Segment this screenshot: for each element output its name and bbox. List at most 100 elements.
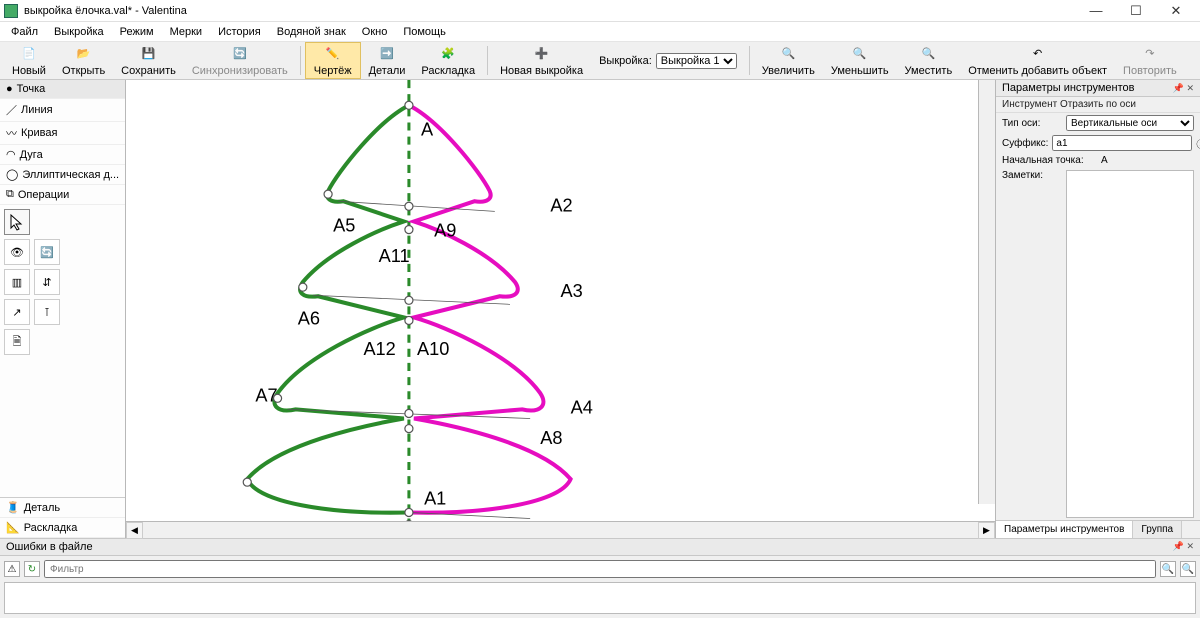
drawing-icon: ✏️ <box>324 45 342 63</box>
zoom-out-icon: 🔍 <box>851 45 869 63</box>
open-icon: 📂 <box>75 45 93 63</box>
cat-line[interactable]: ／Линия <box>0 99 125 122</box>
tool-mirror-h[interactable]: ▥ <box>4 269 30 295</box>
redo-label: Повторить <box>1123 65 1177 77</box>
zoom-out-button[interactable]: 🔍 Уменьшить <box>823 42 897 79</box>
tool-grid: 👁 🔄 ▥ ⇵ ↗ ⊺ 🗎 <box>0 205 125 359</box>
line-icon: ／ <box>6 102 17 118</box>
rp-tabs: Параметры инструментов Группа <box>996 520 1200 538</box>
scroll-left-button[interactable]: ◀ <box>126 522 143 539</box>
curve-icon: 〰 <box>6 125 17 141</box>
pin-icon[interactable]: 📌 ✕ <box>1173 83 1194 94</box>
tool-pointer[interactable] <box>4 209 30 235</box>
pattern-selector: Выкройка: Выкройка 1 <box>591 42 745 79</box>
suffix-label: Суффикс: <box>1002 138 1048 149</box>
tool-rotate[interactable]: 🔄 <box>34 239 60 265</box>
titlebar: выкройка ёлочка.val* - Valentina — ☐ ✕ <box>0 0 1200 22</box>
cat-arc[interactable]: ◠Дуга <box>0 145 125 165</box>
bd-list[interactable] <box>4 582 1196 614</box>
new-pattern-label: Новая выкройка <box>500 65 583 77</box>
axis-label: Тип оси: <box>1002 118 1062 129</box>
canvas[interactable]: A A2 A3 A4 A8 A9 A10 A11 A12 A5 A6 A7 A1 <box>126 80 995 521</box>
label-A10: A10 <box>417 339 449 359</box>
details-mode-button[interactable]: ➡️ Детали <box>361 42 414 79</box>
sync-icon: 🔄 <box>231 45 249 63</box>
zoom-in-icon: 🔍 <box>779 45 797 63</box>
menu-help[interactable]: Помощь <box>396 24 453 40</box>
save-button[interactable]: 💾 Сохранить <box>113 42 184 79</box>
filter-input[interactable] <box>44 560 1156 578</box>
zoom-fit-button[interactable]: 🔍 Уместить <box>897 42 961 79</box>
new-button[interactable]: 📄 Новый <box>4 42 54 79</box>
notes-textarea[interactable] <box>1066 170 1194 518</box>
cat-layout[interactable]: 📐Раскладка <box>0 518 125 538</box>
label-A8: A8 <box>540 428 562 448</box>
maximize-button[interactable]: ☐ <box>1116 0 1156 22</box>
vertical-scrollbar[interactable] <box>978 80 995 504</box>
cat-detail[interactable]: 🧵Деталь <box>0 498 125 518</box>
bd-pin-icon[interactable]: 📌 ✕ <box>1173 541 1194 553</box>
cat-point[interactable]: ●Точка <box>0 80 125 99</box>
separator <box>300 46 301 75</box>
horizontal-scrollbar[interactable]: ◀ ▶ <box>126 521 995 538</box>
tool-truedarts[interactable]: ⊺ <box>34 299 60 325</box>
tab-params[interactable]: Параметры инструментов <box>996 521 1133 538</box>
zoom-out-label: Уменьшить <box>831 65 889 77</box>
tool-eye[interactable]: 👁 <box>4 239 30 265</box>
filter-icon-2[interactable]: ↻ <box>24 561 40 577</box>
menu-history[interactable]: История <box>211 24 268 40</box>
new-pattern-button[interactable]: ➕ Новая выкройка <box>492 42 591 79</box>
label-A2: A2 <box>550 195 572 215</box>
save-icon: 💾 <box>140 45 158 63</box>
open-button[interactable]: 📂 Открыть <box>54 42 113 79</box>
zoom-fit-label: Уместить <box>905 65 953 77</box>
cat-ellipse[interactable]: ◯Эллиптическая д... <box>0 165 125 185</box>
label-A1: A1 <box>424 488 446 508</box>
lp-bottom: 🧵Деталь 📐Раскладка <box>0 497 125 538</box>
arc-icon: ◠ <box>6 148 16 161</box>
drawing-mode-button[interactable]: ✏️ Чертёж <box>305 42 361 79</box>
menu-measurements[interactable]: Мерки <box>163 24 209 40</box>
notes-label: Заметки: <box>1002 170 1062 518</box>
tab-group[interactable]: Группа <box>1133 521 1182 538</box>
label-A: A <box>421 120 434 140</box>
window-title: выкройка ёлочка.val* - Valentina <box>24 5 1076 17</box>
filter-icon-1[interactable]: ⚠ <box>4 561 20 577</box>
pattern-label: Выкройка: <box>599 55 652 67</box>
axis-select[interactable]: Вертикальные оси <box>1066 115 1194 131</box>
sync-label: Синхронизировать <box>192 65 288 77</box>
scroll-right-button[interactable]: ▶ <box>978 522 995 539</box>
bd-title: Ошибки в файле 📌 ✕ <box>0 539 1200 556</box>
point-icon: ● <box>6 83 13 95</box>
menu-file[interactable]: Файл <box>4 24 45 40</box>
detail-icon: 🧵 <box>6 501 20 514</box>
tool-export[interactable]: 🗎 <box>4 329 30 355</box>
rp-axis-row: Тип оси: Вертикальные оси <box>996 113 1200 133</box>
suffix-input[interactable] <box>1052 135 1192 151</box>
layout-mode-button[interactable]: 🧩 Раскладка <box>413 42 483 79</box>
search-icon[interactable]: 🔍 <box>1160 561 1176 577</box>
rp-suffix-row: Суффикс: ⓧ <box>996 133 1200 153</box>
menu-pattern[interactable]: Выкройка <box>47 24 111 40</box>
undo-button[interactable]: ↶ Отменить добавить объект <box>960 42 1115 79</box>
menu-watermark[interactable]: Водяной знак <box>270 24 353 40</box>
label-A9: A9 <box>434 221 456 241</box>
app-icon <box>4 4 18 18</box>
minimize-button[interactable]: — <box>1076 0 1116 22</box>
search-options-icon[interactable]: 🔍 <box>1180 561 1196 577</box>
details-label: Детали <box>369 65 406 77</box>
cat-curve[interactable]: 〰Кривая <box>0 122 125 145</box>
menu-mode[interactable]: Режим <box>113 24 161 40</box>
menu-window[interactable]: Окно <box>355 24 395 40</box>
close-button[interactable]: ✕ <box>1156 0 1196 22</box>
undo-icon: ↶ <box>1029 45 1047 63</box>
label-A5: A5 <box>333 216 355 236</box>
zoom-fit-icon: 🔍 <box>919 45 937 63</box>
cat-ops[interactable]: ⧉Операции <box>0 185 125 205</box>
clear-icon[interactable]: ⓧ <box>1196 136 1200 151</box>
tool-move[interactable]: ↗ <box>4 299 30 325</box>
zoom-in-button[interactable]: 🔍 Увеличить <box>754 42 823 79</box>
pattern-select[interactable]: Выкройка 1 <box>656 53 737 69</box>
open-label: Открыть <box>62 65 105 77</box>
tool-mirror-axis[interactable]: ⇵ <box>34 269 60 295</box>
